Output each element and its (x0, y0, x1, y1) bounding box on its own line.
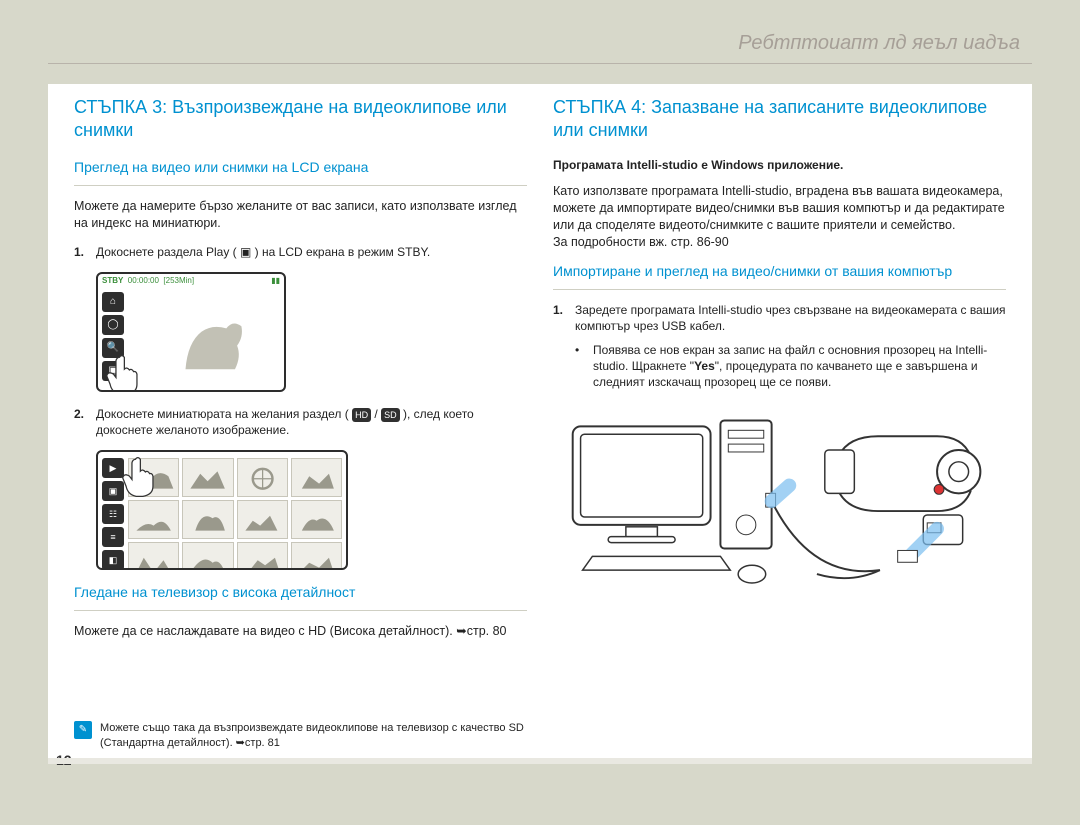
intelli-caption: Програмата Intelli-studio е Windows прил… (553, 157, 1006, 173)
section-header: Ребтптоиапт лд яеъл иадъа (48, 32, 1032, 63)
step4-title: СТЪПКА 4: Запазване на записаните видеок… (553, 96, 1006, 141)
thumbnail-grid: ▶ ▣ ☷ ≡ ◧ (96, 450, 348, 570)
item-text: Докоснете миниатюрата на желания раздел … (96, 406, 527, 438)
step3-item1: 1. Докоснете раздела Play ( ▣ ) на LCD е… (74, 244, 527, 260)
section-title: Ребтптоиапт лд яеъл иадъа (738, 32, 1020, 54)
thumbnail-cell (182, 500, 233, 539)
lcd-preview (138, 294, 276, 380)
lcd-screen: STBY 00:00:00 [253Min] ▮▮ ⌂ ◯ 🔍 ▣ (96, 272, 286, 392)
home-icon: ⌂ (102, 292, 124, 312)
pc-connection-illustration (553, 405, 1006, 625)
divider (553, 289, 1006, 290)
subheading-lcd-review: Преглед на видео или снимки на LCD екран… (74, 159, 527, 175)
hand-pointer-icon (120, 456, 154, 498)
subheading-hd-tv: Гледане на телевизор с висока детайлност (74, 584, 527, 600)
subheading-import: Импортиране и преглед на видео/снимки от… (553, 263, 1006, 279)
sd-icon: SD (381, 408, 400, 422)
mode-icon: ◯ (102, 315, 124, 335)
photo-icon: ☷ (102, 504, 124, 524)
thumbnail-cell (291, 542, 342, 570)
lcd-illustration: STBY 00:00:00 [253Min] ▮▮ ⌂ ◯ 🔍 ▣ (96, 272, 527, 392)
item-number: 1. (74, 244, 88, 260)
step4-bullet1: Появява се нов екран за запис на файл с … (553, 342, 1006, 391)
item-number: 2. (74, 406, 88, 438)
item-number: 1. (553, 302, 567, 334)
note-text: Можете също така да възпроизвеждате виде… (100, 721, 527, 750)
hd-tv-body: Можете да се наслаждавате на видео с HD … (74, 623, 527, 640)
lcd-remain: [253Min] (163, 276, 194, 285)
bullet-text: Появява се нов екран за запис на файл с … (593, 342, 1006, 391)
step4-item1: 1. Заредете програмата Intelli-studio чр… (553, 302, 1006, 334)
thumbnail-cell (182, 458, 233, 497)
step4-intro: Като използвате програмата Intelli-studi… (553, 183, 1006, 251)
battery-icon: ▮▮ (271, 276, 280, 286)
thumbnails (128, 458, 342, 562)
thumbnail-cell (128, 500, 179, 539)
right-column: СТЪПКА 4: Запазване на записаните видеок… (553, 96, 1006, 750)
settings-icon: ◧ (102, 550, 124, 570)
thumbnail-cell (291, 458, 342, 497)
step3-intro: Можете да намерите бързо желаните от вас… (74, 198, 527, 232)
bullet-dot (575, 342, 585, 391)
thumbnail-cell (237, 458, 288, 497)
thumbnail-illustration: ▶ ▣ ☷ ≡ ◧ (96, 450, 527, 570)
divider (74, 610, 527, 611)
note-block: ✎ Можете също така да възпроизвеждате ви… (74, 715, 527, 750)
manual-page: 12 СТЪПКА 3: Възпроизвеждане на видеокли… (48, 84, 1032, 764)
thumbnail-cell (182, 542, 233, 570)
step3-item2: 2. Докоснете миниатюрата на желания разд… (74, 406, 527, 438)
hd-icon: HD (352, 408, 371, 422)
note-icon: ✎ (74, 721, 92, 739)
item-text: Заредете програмата Intelli-studio чрез … (575, 302, 1006, 334)
hand-pointer-icon (104, 354, 138, 392)
thumbnail-cell (291, 500, 342, 539)
step3-title: СТЪПКА 3: Възпроизвеждане на видеоклипов… (74, 96, 527, 141)
thumbnail-cell (237, 500, 288, 539)
lcd-counter: 00:00:00 (128, 276, 159, 285)
divider (74, 185, 527, 186)
thumbnail-cell (237, 542, 288, 570)
item-text: Докоснете раздела Play ( ▣ ) на LCD екра… (96, 244, 430, 260)
page-number: 12 (56, 752, 72, 768)
lcd-topbar: STBY 00:00:00 [253Min] ▮▮ (98, 274, 284, 288)
stby-label: STBY (102, 276, 123, 285)
menu-icon: ≡ (102, 527, 124, 547)
thumbnail-cell (128, 542, 179, 570)
header-divider (48, 63, 1032, 64)
left-column: СТЪПКА 3: Възпроизвеждане на видеоклипов… (74, 96, 527, 750)
